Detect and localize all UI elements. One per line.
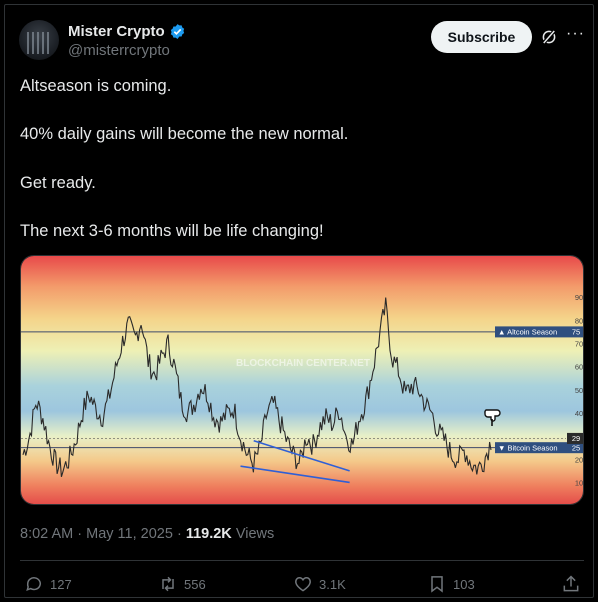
tweet-line: Altseason is coming.: [20, 77, 172, 95]
verified-badge-icon: [170, 24, 185, 39]
avatar[interactable]: [19, 20, 59, 60]
more-icon[interactable]: ···: [566, 25, 585, 43]
like-count: 3.1K: [319, 576, 346, 592]
views-label: Views: [235, 526, 275, 542]
share-button[interactable]: [561, 574, 581, 594]
tweet-media-chart[interactable]: 102030405060708090 BLOCKCHAIN CENTER.NET…: [20, 255, 584, 505]
repost-count: 556: [184, 576, 206, 592]
repost-icon: [162, 576, 174, 592]
y-tick-label: 70: [575, 339, 583, 348]
tweet-line: The next 3-6 months will be life changin…: [20, 222, 324, 240]
views-count: 119.2K: [185, 526, 232, 542]
author-handle[interactable]: @misterrcrypto: [68, 42, 170, 59]
subscribe-button[interactable]: Subscribe: [431, 21, 532, 53]
y-tick-label: 90: [575, 293, 583, 302]
like-button[interactable]: 3.1K: [293, 574, 346, 594]
tweet-line: 40% daily gains will become the new norm…: [20, 125, 349, 143]
separator: ·: [176, 526, 182, 542]
chart-watermark: BLOCKCHAIN CENTER.NET: [236, 358, 370, 369]
reply-count: 127: [50, 576, 72, 592]
svg-text:▲ Altcoin Season: ▲ Altcoin Season: [498, 328, 557, 337]
bookmark-count: 103: [453, 576, 475, 592]
y-tick-label: 60: [575, 363, 583, 372]
bookmark-icon: [431, 576, 443, 593]
tweet-timestamp[interactable]: 8:02 AM · May 11, 2025 · 119.2K Views: [20, 526, 274, 542]
altcoin-season-label: ▲ Altcoin Season 75: [495, 326, 583, 338]
rainbow-chart-svg: 102030405060708090 BLOCKCHAIN CENTER.NET…: [21, 256, 583, 504]
y-tick-label: 10: [575, 478, 583, 487]
grok-icon[interactable]: [540, 28, 558, 46]
svg-text:75: 75: [572, 328, 580, 337]
tweet-line: Get ready.: [20, 174, 96, 192]
tweet-time: 8:02 AM: [20, 526, 74, 542]
svg-text:29: 29: [572, 434, 580, 443]
reply-icon: [26, 577, 41, 592]
y-tick-label: 50: [575, 386, 583, 395]
y-tick-label: 80: [575, 316, 583, 325]
like-icon: [295, 576, 311, 592]
current-value-label: 29: [567, 432, 583, 444]
y-tick-label: 40: [575, 409, 583, 418]
tweet-date: May 11, 2025: [86, 526, 173, 542]
reply-button[interactable]: 127: [24, 574, 72, 594]
separator: ·: [77, 526, 83, 542]
share-icon: [563, 575, 579, 592]
divider: [20, 560, 584, 561]
svg-text:25: 25: [572, 443, 580, 452]
bookmark-button[interactable]: 103: [427, 574, 475, 594]
svg-text:▼ Bitcoin Season: ▼ Bitcoin Season: [498, 443, 558, 452]
author-name[interactable]: Mister Crypto: [68, 23, 165, 40]
repost-button[interactable]: 556: [158, 574, 206, 594]
y-tick-label: 20: [575, 455, 583, 464]
